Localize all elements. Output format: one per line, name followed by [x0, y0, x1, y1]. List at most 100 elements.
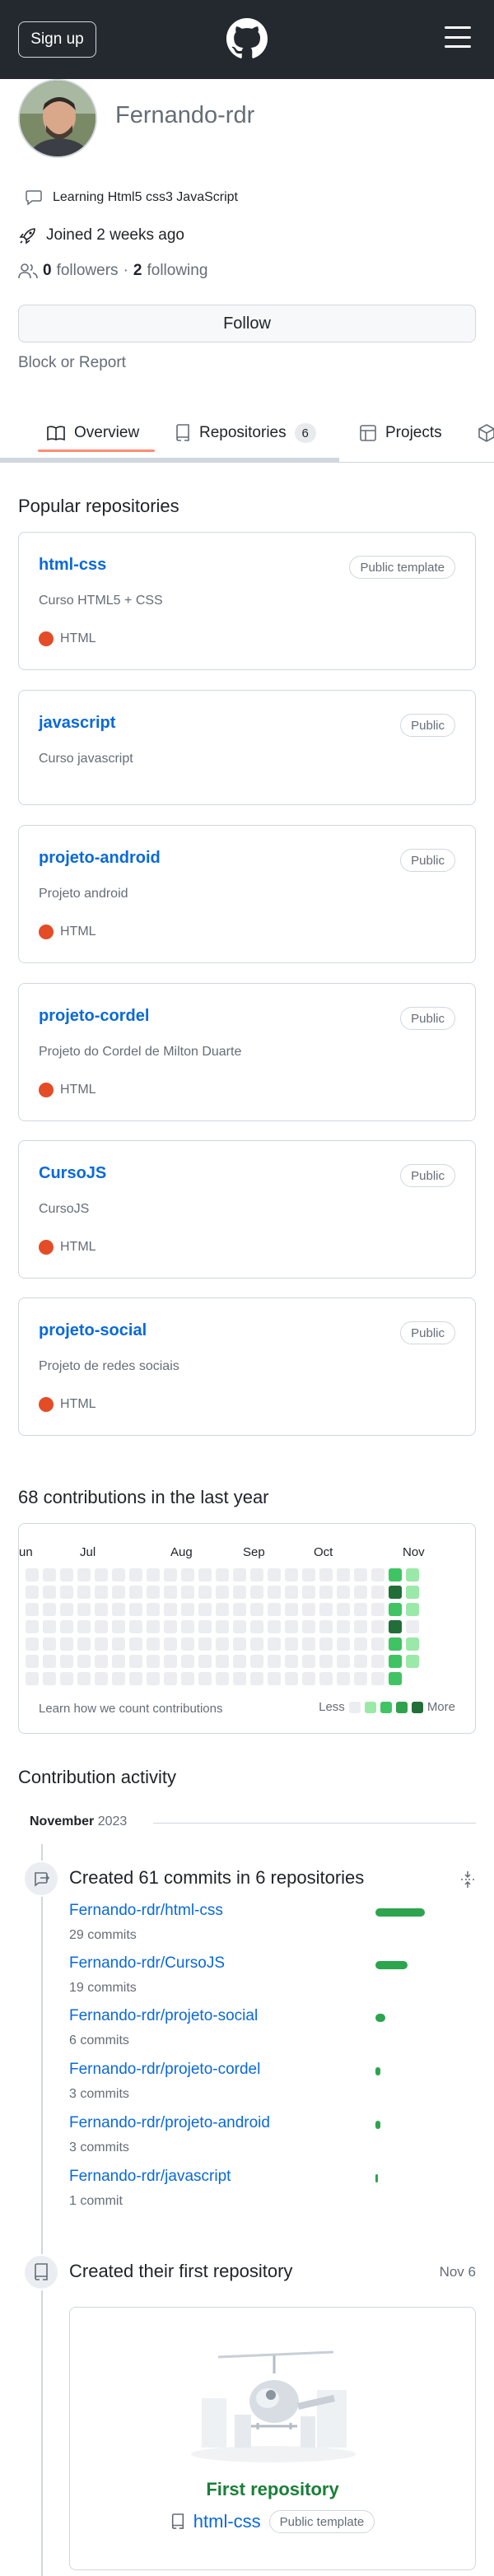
- commit-repo-link[interactable]: Fernando-rdr/html-css: [69, 1902, 223, 1920]
- hamburger-menu-icon[interactable]: [445, 26, 471, 48]
- contribution-day[interactable]: [77, 1672, 91, 1685]
- contribution-day[interactable]: [26, 1672, 39, 1685]
- contribution-day[interactable]: [181, 1672, 194, 1685]
- contribution-day[interactable]: [354, 1586, 367, 1599]
- contribution-day[interactable]: [302, 1568, 315, 1581]
- contribution-day[interactable]: [216, 1568, 229, 1581]
- contribution-day[interactable]: [268, 1655, 281, 1668]
- contribution-day[interactable]: [389, 1568, 402, 1581]
- commit-count-link[interactable]: 3 commits: [69, 2087, 129, 2102]
- contribution-day[interactable]: [302, 1603, 315, 1616]
- contribution-day[interactable]: [389, 1620, 402, 1633]
- contribution-day[interactable]: [319, 1603, 333, 1616]
- contribution-day[interactable]: [181, 1586, 194, 1599]
- contribution-day[interactable]: [354, 1568, 367, 1581]
- contribution-day[interactable]: [389, 1672, 402, 1685]
- repo-link[interactable]: projeto-cordel: [39, 1007, 149, 1026]
- contribution-day[interactable]: [319, 1637, 333, 1651]
- followers-count[interactable]: 0: [43, 262, 52, 280]
- contribution-day[interactable]: [95, 1620, 108, 1633]
- commit-repo-link[interactable]: Fernando-rdr/CursoJS: [69, 1954, 225, 1973]
- contribution-day[interactable]: [43, 1637, 56, 1651]
- contribution-day[interactable]: [198, 1637, 212, 1651]
- contribution-day[interactable]: [302, 1586, 315, 1599]
- contribution-day[interactable]: [43, 1568, 56, 1581]
- contribution-day[interactable]: [406, 1637, 419, 1651]
- contribution-day[interactable]: [181, 1603, 194, 1616]
- commit-repo-link[interactable]: Fernando-rdr/projeto-android: [69, 2114, 270, 2132]
- contribution-day[interactable]: [268, 1620, 281, 1633]
- contribution-day[interactable]: [26, 1637, 39, 1651]
- tab-overview[interactable]: Overview: [46, 403, 139, 463]
- contribution-day[interactable]: [164, 1586, 177, 1599]
- contribution-day[interactable]: [233, 1568, 246, 1581]
- contribution-day[interactable]: [60, 1603, 73, 1616]
- contribution-day[interactable]: [77, 1655, 91, 1668]
- contribution-day[interactable]: [95, 1568, 108, 1581]
- contribution-day[interactable]: [250, 1620, 263, 1633]
- repo-link[interactable]: html-css: [39, 556, 106, 575]
- contribution-day[interactable]: [181, 1568, 194, 1581]
- contribution-day[interactable]: [164, 1655, 177, 1668]
- learn-contributions-link[interactable]: Learn how we count contributions: [39, 1702, 222, 1716]
- contribution-day[interactable]: [319, 1568, 333, 1581]
- contribution-day[interactable]: [198, 1672, 212, 1685]
- block-or-report-link[interactable]: Block or Report: [18, 354, 126, 372]
- contribution-day[interactable]: [77, 1603, 91, 1616]
- contribution-day[interactable]: [60, 1655, 73, 1668]
- contribution-day[interactable]: [26, 1620, 39, 1633]
- contribution-day[interactable]: [181, 1655, 194, 1668]
- contribution-day[interactable]: [77, 1620, 91, 1633]
- contribution-day[interactable]: [95, 1603, 108, 1616]
- contribution-day[interactable]: [164, 1568, 177, 1581]
- contribution-day[interactable]: [181, 1620, 194, 1633]
- contribution-day[interactable]: [354, 1637, 367, 1651]
- contribution-day[interactable]: [43, 1586, 56, 1599]
- contribution-day[interactable]: [389, 1637, 402, 1651]
- contribution-day[interactable]: [371, 1672, 384, 1685]
- tabs-scrollbar[interactable]: [0, 458, 339, 462]
- contribution-day[interactable]: [60, 1586, 73, 1599]
- contribution-day[interactable]: [250, 1586, 263, 1599]
- contribution-day[interactable]: [371, 1586, 384, 1599]
- contribution-day[interactable]: [95, 1586, 108, 1599]
- contribution-day[interactable]: [216, 1603, 229, 1616]
- contribution-day[interactable]: [216, 1637, 229, 1651]
- commit-count-link[interactable]: 3 commits: [69, 2140, 129, 2155]
- follow-button[interactable]: Follow: [18, 305, 476, 342]
- contribution-day[interactable]: [198, 1603, 212, 1616]
- contribution-day[interactable]: [95, 1655, 108, 1668]
- commit-count-link[interactable]: 6 commits: [69, 2033, 129, 2048]
- contribution-day[interactable]: [198, 1620, 212, 1633]
- contribution-day[interactable]: [164, 1603, 177, 1616]
- contribution-day[interactable]: [233, 1672, 246, 1685]
- contribution-day[interactable]: [354, 1655, 367, 1668]
- contribution-day[interactable]: [77, 1637, 91, 1651]
- contribution-day[interactable]: [337, 1620, 350, 1633]
- contribution-day[interactable]: [268, 1586, 281, 1599]
- contribution-day[interactable]: [60, 1672, 73, 1685]
- contribution-day[interactable]: [164, 1672, 177, 1685]
- contribution-day[interactable]: [250, 1655, 263, 1668]
- contribution-day[interactable]: [371, 1637, 384, 1651]
- commit-repo-link[interactable]: Fernando-rdr/projeto-cordel: [69, 2061, 260, 2079]
- contribution-day[interactable]: [60, 1620, 73, 1633]
- contribution-day[interactable]: [268, 1637, 281, 1651]
- contribution-day[interactable]: [216, 1586, 229, 1599]
- followers-label[interactable]: followers: [57, 262, 119, 280]
- contribution-day[interactable]: [129, 1672, 142, 1685]
- contribution-day[interactable]: [406, 1655, 419, 1668]
- contribution-day[interactable]: [233, 1637, 246, 1651]
- contribution-day[interactable]: [268, 1603, 281, 1616]
- avatar[interactable]: [18, 79, 97, 158]
- contribution-day[interactable]: [77, 1586, 91, 1599]
- contribution-day[interactable]: [371, 1603, 384, 1616]
- contribution-day[interactable]: [389, 1603, 402, 1616]
- contribution-day[interactable]: [233, 1620, 246, 1633]
- contribution-day[interactable]: [371, 1655, 384, 1668]
- contribution-day[interactable]: [129, 1586, 142, 1599]
- following-label[interactable]: following: [147, 262, 207, 280]
- contribution-day[interactable]: [233, 1586, 246, 1599]
- contribution-day[interactable]: [406, 1603, 419, 1616]
- contribution-day[interactable]: [26, 1568, 39, 1581]
